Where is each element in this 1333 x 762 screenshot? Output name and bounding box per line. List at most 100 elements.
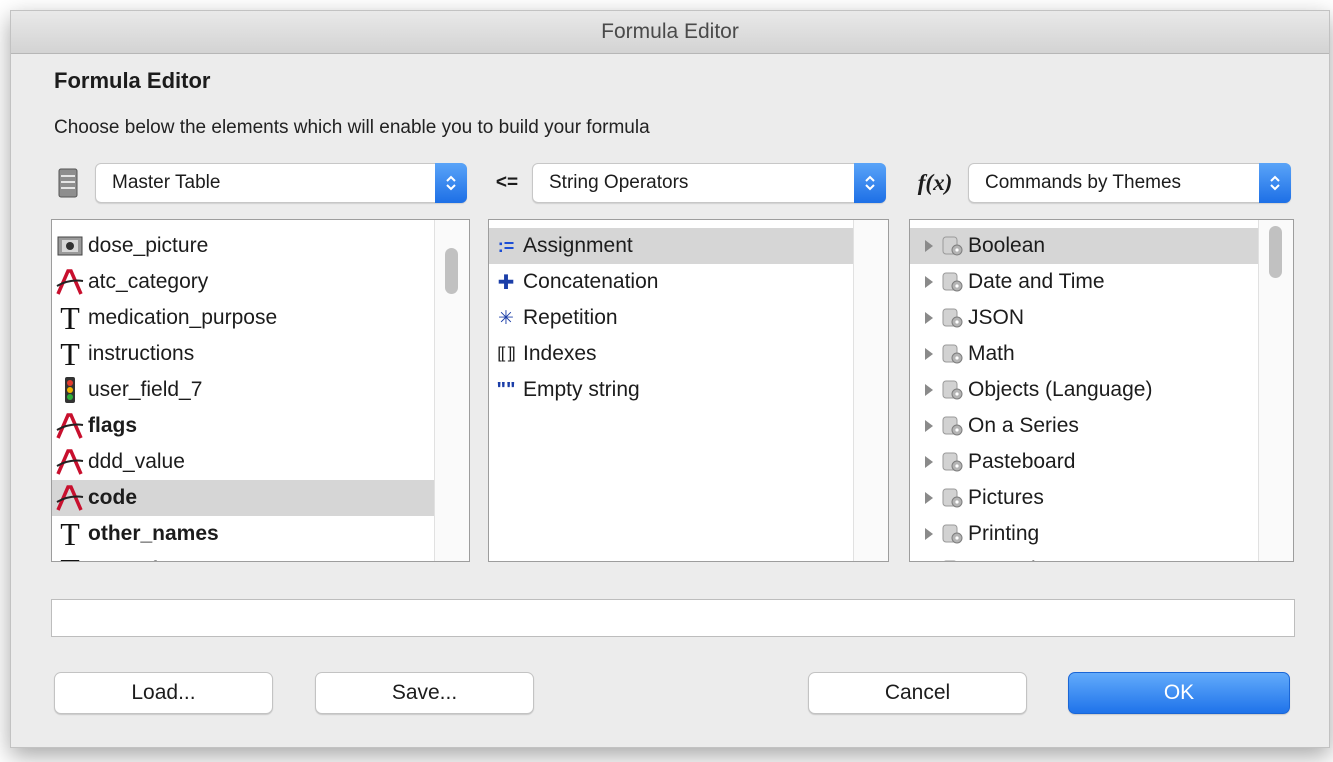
field-row[interactable]: dose_picture (52, 228, 469, 264)
empty-string-icon: "" (496, 378, 516, 401)
theme-icon (936, 307, 968, 329)
item-label: Printing (968, 522, 1040, 545)
save-button[interactable]: Save... (315, 672, 534, 714)
text-field-icon: T (52, 339, 88, 369)
theme-icon (936, 343, 968, 365)
ok-button[interactable]: OK (1068, 672, 1290, 714)
item-label: On a Series (968, 414, 1079, 437)
field-row[interactable]: atc_category (52, 264, 469, 300)
theme-row[interactable]: Math (910, 336, 1259, 372)
cancel-button[interactable]: Cancel (808, 672, 1027, 714)
asterisk-icon: ✳ (498, 307, 514, 329)
operators-dropdown-label: String Operators (549, 172, 689, 193)
item-label: Assignment (523, 234, 633, 257)
item-label: Indexes (523, 342, 597, 365)
field-row[interactable]: Tother_names (52, 516, 469, 552)
theme-row[interactable]: Pictures (910, 480, 1259, 516)
commands-list[interactable]: Boolean Date and Time JSON Math Objects (Lan… (909, 219, 1294, 562)
item-label: Pictures (968, 486, 1044, 509)
theme-icon (936, 415, 968, 437)
operator-row[interactable]: ✚ Concatenation (489, 264, 854, 300)
load-button[interactable]: Load... (54, 672, 273, 714)
operators-list[interactable]: := Assignment ✚ Concatenation ✳ Repetition [[ … (488, 219, 889, 562)
dialog-subtitle: Choose below the elements which will ena… (54, 117, 650, 138)
theme-icon (936, 271, 968, 293)
item-label: other_names (88, 522, 219, 545)
field-row[interactable]: Ttype_of (52, 552, 469, 562)
field-row[interactable]: Tinstructions (52, 336, 469, 372)
theme-row[interactable]: Objects (Language) (910, 372, 1259, 408)
operators-scrollbar[interactable] (853, 220, 888, 561)
table-dropdown[interactable]: Master Table (95, 163, 467, 203)
theme-icon (936, 451, 968, 473)
commands-dropdown[interactable]: Commands by Themes (968, 163, 1291, 203)
formula-input[interactable] (51, 599, 1295, 637)
item-label: code (88, 486, 138, 509)
item-label: dose_picture (88, 234, 209, 257)
theme-row[interactable]: Pasteboard (910, 444, 1259, 480)
item-label: atc_category (88, 270, 209, 293)
field-row[interactable]: Tmedication_purpose (52, 300, 469, 336)
theme-row[interactable]: Records (910, 552, 1259, 561)
svg-text:T: T (60, 555, 80, 562)
updown-chevron-icon (435, 163, 467, 203)
text-field-icon: T (52, 303, 88, 333)
item-label: JSON (968, 306, 1025, 329)
item-label: Empty string (523, 378, 640, 401)
operator-row[interactable]: ✳ Repetition (489, 300, 854, 336)
disclosure-triangle-icon[interactable] (910, 275, 936, 289)
alpha-field-icon (52, 412, 88, 440)
operator-row[interactable]: "" Empty string (489, 372, 854, 408)
theme-row[interactable]: Date and Time (910, 264, 1259, 300)
item-label: Math (968, 342, 1015, 365)
item-label: Objects (Language) (968, 378, 1153, 401)
disclosure-triangle-icon[interactable] (910, 455, 936, 469)
fields-list[interactable]: dose_picture atc_category Tmedication_purp… (51, 219, 470, 562)
table-icon (53, 163, 83, 203)
commands-scroll-thumb[interactable] (1269, 226, 1282, 278)
item-label: Concatenation (523, 270, 659, 293)
item-label: Date and Time (968, 270, 1105, 293)
fields-scroll-thumb[interactable] (445, 248, 458, 294)
operator-row[interactable]: [[ ]] Indexes (489, 336, 854, 372)
disclosure-triangle-icon[interactable] (910, 527, 936, 541)
field-row[interactable]: ddd_value (52, 444, 469, 480)
theme-row[interactable]: On a Series (910, 408, 1259, 444)
updown-chevron-icon (1259, 163, 1291, 203)
boolean-field-icon (52, 376, 88, 404)
fields-scrollbar[interactable] (434, 220, 469, 561)
operator-icon: <= (495, 172, 519, 193)
operator-row[interactable]: := Assignment (489, 228, 854, 264)
theme-icon (936, 523, 968, 545)
item-label: ddd_value (88, 450, 185, 473)
assignment-icon: := (497, 235, 515, 256)
disclosure-triangle-icon[interactable] (910, 311, 936, 325)
item-label: flags (88, 414, 138, 437)
field-row[interactable]: code (52, 480, 469, 516)
window-title: Formula Editor (11, 11, 1329, 54)
dialog-heading: Formula Editor (54, 68, 211, 93)
theme-icon (936, 235, 968, 257)
theme-row[interactable]: Printing (910, 516, 1259, 552)
text-field-icon: T (52, 519, 88, 549)
operators-dropdown[interactable]: String Operators (532, 163, 886, 203)
item-label: Pasteboard (968, 450, 1076, 473)
theme-row[interactable]: JSON (910, 300, 1259, 336)
disclosure-triangle-icon[interactable] (910, 491, 936, 505)
brackets-icon: [[ ]] (497, 345, 515, 362)
commands-scrollbar[interactable] (1258, 220, 1293, 561)
formula-editor-window: Formula Editor Formula Editor Choose bel… (10, 10, 1330, 748)
disclosure-triangle-icon[interactable] (910, 383, 936, 397)
disclosure-triangle-icon[interactable] (910, 419, 936, 433)
disclosure-triangle-icon[interactable] (910, 347, 936, 361)
theme-icon (936, 487, 968, 509)
item-label: instructions (88, 342, 195, 365)
item-label: user_field_7 (88, 378, 203, 401)
function-icon: f(x) (917, 170, 953, 195)
item-label: type_of (88, 558, 157, 561)
disclosure-triangle-icon[interactable] (910, 239, 936, 253)
theme-row[interactable]: Boolean (910, 228, 1259, 264)
field-row[interactable]: user_field_7 (52, 372, 469, 408)
item-label: medication_purpose (88, 306, 278, 329)
field-row[interactable]: flags (52, 408, 469, 444)
